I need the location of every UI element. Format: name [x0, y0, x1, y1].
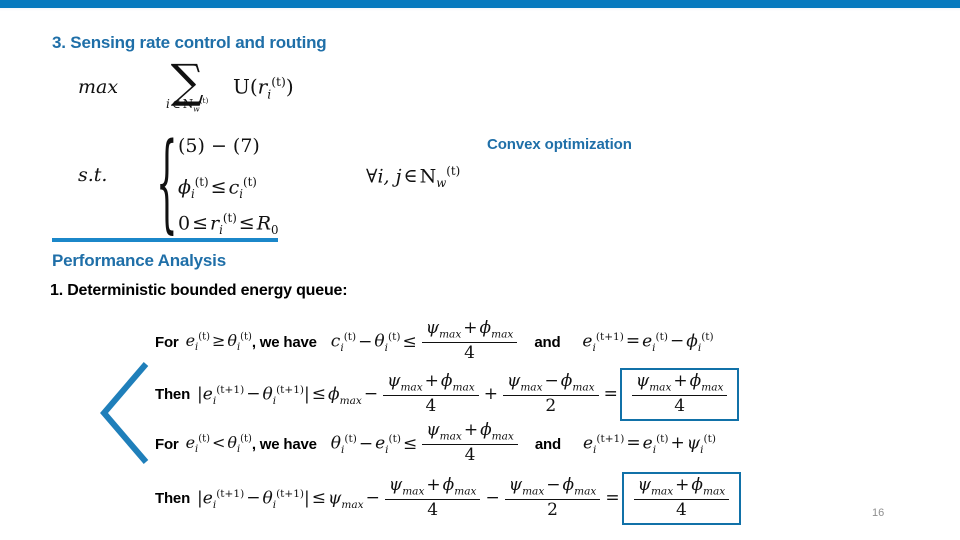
constraint-list: (5) − (7) ϕi(t) ≤ ci(t) 0 ≤ ri(t) ≤ R0: [178, 128, 279, 238]
result-expression-1: |ei(t+1) − θi(t+1)| ≤ ϕmax − ψmax + ϕmax 4 + ψmax − ϕ…: [197, 370, 618, 416]
inequality-2: θi(t) − ei(t) ≤ ψmax + ϕmax 4: [331, 420, 521, 466]
update-rule-1: ei(t+1) = ei(t) − ϕi(t): [582, 330, 714, 354]
section-title: 3. Sensing rate control and routing: [52, 33, 327, 52]
derivation-row-for-1: For ei(t) ≥ θi(t) , we have ci(t) − θi(t) ≤ ψm…: [155, 318, 714, 364]
row-lead-for-2: For: [155, 435, 179, 453]
performance-item-1: 1. Deterministic bounded energy queue:: [50, 282, 348, 299]
constraint-3: 0 ≤ ri(t) ≤ R0: [178, 211, 279, 238]
derivation-row-then-2: Then |ei(t+1) − θi(t+1)| ≤ ψmax − ψmax + ϕmax 4− ψ…: [155, 472, 742, 526]
optimization-problem-block: max ∑ i ∈ Nw(t) U(ri(t)) s.t. { (5) − (7) …: [78, 58, 460, 247]
row-tail-we-have-2: , we have: [251, 435, 317, 453]
convex-optimization-callout: Convex optimization: [487, 136, 632, 153]
constraint-1: (5) − (7): [178, 135, 260, 157]
boxed-result-1: ψmax + ϕmax 4: [619, 368, 740, 422]
condition-e-lt-theta: ei(t) < θi(t): [185, 433, 252, 456]
subject-to-label: s.t.: [78, 164, 108, 186]
conjunction-and-1: and: [534, 333, 561, 351]
derivation-row-then-1: Then |ei(t+1) − θi(t+1)| ≤ ϕmax − ψmax + ϕmax 4 + ψ…: [155, 368, 740, 422]
derivation-row-for-2: For ei(t) < θi(t) , we have θi(t) − ei(t) ≤ ψm…: [155, 420, 716, 466]
top-accent-bar: [0, 0, 960, 8]
inequality-1: ci(t) − θi(t) ≤ ψmax + ϕmax 4: [331, 318, 521, 364]
constraint-brace: {: [156, 121, 178, 247]
section-divider-rule: [52, 238, 278, 242]
page-number: 16: [872, 507, 885, 519]
row-lead-for-1: For: [155, 333, 179, 351]
objective-max-label: max: [78, 76, 119, 98]
update-rule-2: ei(t+1) = ei(t) + ψi(t): [582, 432, 716, 456]
condition-e-ge-theta: ei(t) ≥ θi(t): [185, 331, 252, 354]
slide-canvas: 3. Sensing rate control and routing max …: [0, 0, 960, 540]
summation-index: i ∈ Nw(t): [166, 96, 209, 114]
boxed-result-2: ψmax + ϕmax 4: [621, 472, 742, 526]
top-accent-bar-shadow: [0, 8, 960, 11]
forall-condition: ∀i, j ∈ Nw(t): [366, 164, 461, 191]
row-lead-then-2: Then: [155, 490, 191, 508]
performance-analysis-heading: Performance Analysis: [52, 251, 226, 270]
result-expression-2: |ei(t+1) − θi(t+1)| ≤ ψmax − ψmax + ϕmax 4− ψmax − ϕ…: [197, 474, 620, 520]
chevron-left-icon: [100, 362, 149, 464]
row-tail-we-have-1: , we have: [251, 333, 317, 351]
conjunction-and-2: and: [534, 435, 561, 453]
constraint-2: ϕi(t) ≤ ci(t): [178, 175, 257, 202]
summation-operator: ∑ i ∈ Nw(t): [166, 58, 209, 114]
objective-function: U(ri(t)): [233, 74, 294, 102]
row-lead-then-1: Then: [155, 386, 191, 404]
